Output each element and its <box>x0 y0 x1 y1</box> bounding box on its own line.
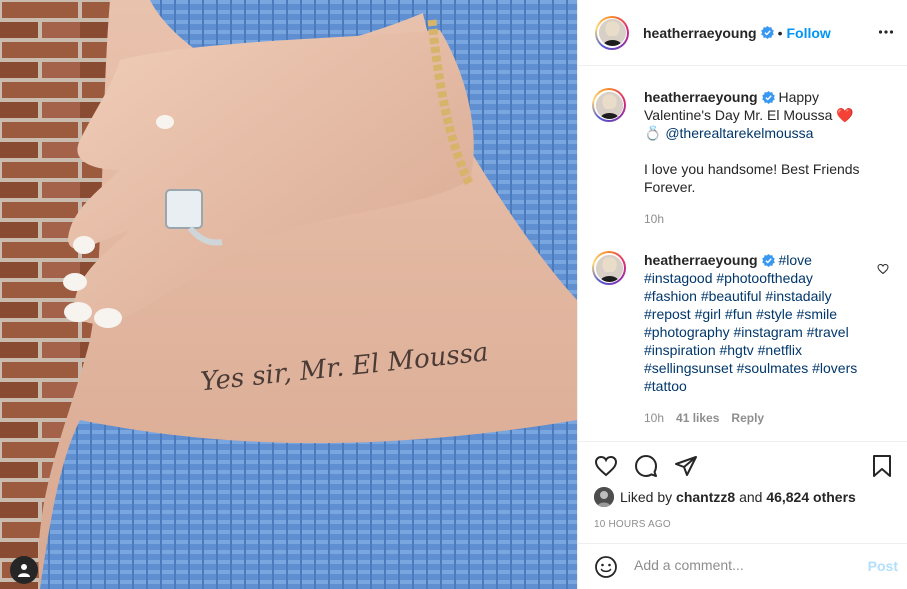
story-ring[interactable] <box>592 251 626 285</box>
story-ring[interactable] <box>595 15 629 50</box>
post-photo[interactable]: Yes sir, Mr. El Moussa <box>0 0 577 589</box>
comment-meta: 10h 41 likes Reply <box>644 409 864 427</box>
action-bar <box>578 441 907 490</box>
photo-illustration: Yes sir, Mr. El Moussa <box>0 0 577 589</box>
hashtag-text-block: heatherraeyoung #love #instagood #photoo… <box>644 251 864 427</box>
caption-time[interactable]: 10h <box>644 210 864 228</box>
caption-comment: heatherraeyoung Happy Valentine's Day Mr… <box>592 88 892 228</box>
post-header: heatherraeyoung • Follow <box>578 0 907 66</box>
caption-username[interactable]: heatherraeyoung <box>644 89 758 105</box>
liked-by-and: and <box>739 489 763 505</box>
comment-input[interactable] <box>632 556 856 574</box>
avatar <box>595 91 623 119</box>
caption-mention[interactable]: @therealtarekelmoussa <box>665 125 813 141</box>
caption-line-2: I love you handsome! Best Friends Foreve… <box>644 161 860 195</box>
hashtag-comment: heatherraeyoung #love #instagood #photoo… <box>592 251 892 427</box>
liked-by-prefix: Liked by <box>620 489 673 505</box>
liked-by-others[interactable]: 46,824 others <box>766 489 856 505</box>
verified-badge-icon <box>760 26 774 39</box>
avatar <box>598 19 626 46</box>
story-ring[interactable] <box>592 88 626 122</box>
header-username[interactable]: heatherraeyoung <box>643 25 757 41</box>
liked-by-row: Liked by chantzz8 and 46,824 others <box>594 487 856 507</box>
add-comment-bar: Post <box>578 543 907 589</box>
hashtag-list[interactable]: #love #instagood #photooftheday #fashion… <box>644 252 857 394</box>
verified-badge-icon <box>761 254 775 267</box>
comment-like-heart-icon[interactable] <box>877 263 889 275</box>
reply-button[interactable]: Reply <box>731 411 764 425</box>
verified-badge-icon <box>761 91 775 104</box>
post-sidebar: heatherraeyoung • Follow heatherraeyoung… <box>577 0 907 589</box>
person-icon <box>18 564 30 577</box>
liker-avatar[interactable] <box>594 487 614 507</box>
instagram-post: Yes sir, Mr. El Moussa heatherraeyoung •… <box>0 0 907 589</box>
comment-time[interactable]: 10h <box>644 411 664 425</box>
comment-username[interactable]: heatherraeyoung <box>644 252 758 268</box>
bookmark-icon[interactable] <box>870 454 894 478</box>
post-comment-button[interactable]: Post <box>868 558 898 574</box>
liked-by-user[interactable]: chantzz8 <box>676 489 735 505</box>
comment-icon[interactable] <box>634 454 658 478</box>
comment-likes[interactable]: 41 likes <box>676 411 719 425</box>
heart-icon[interactable] <box>594 454 618 478</box>
share-icon[interactable] <box>674 454 698 478</box>
caption-text-block: heatherraeyoung Happy Valentine's Day Mr… <box>644 88 864 228</box>
separator-dot: • <box>777 24 783 41</box>
user-tag-icon[interactable] <box>10 556 38 584</box>
follow-button[interactable]: Follow <box>787 25 831 41</box>
avatar <box>595 254 623 282</box>
emoji-icon[interactable] <box>594 555 618 579</box>
post-timestamp[interactable]: 10 HOURS AGO <box>594 519 671 530</box>
more-options-icon[interactable] <box>878 24 894 40</box>
